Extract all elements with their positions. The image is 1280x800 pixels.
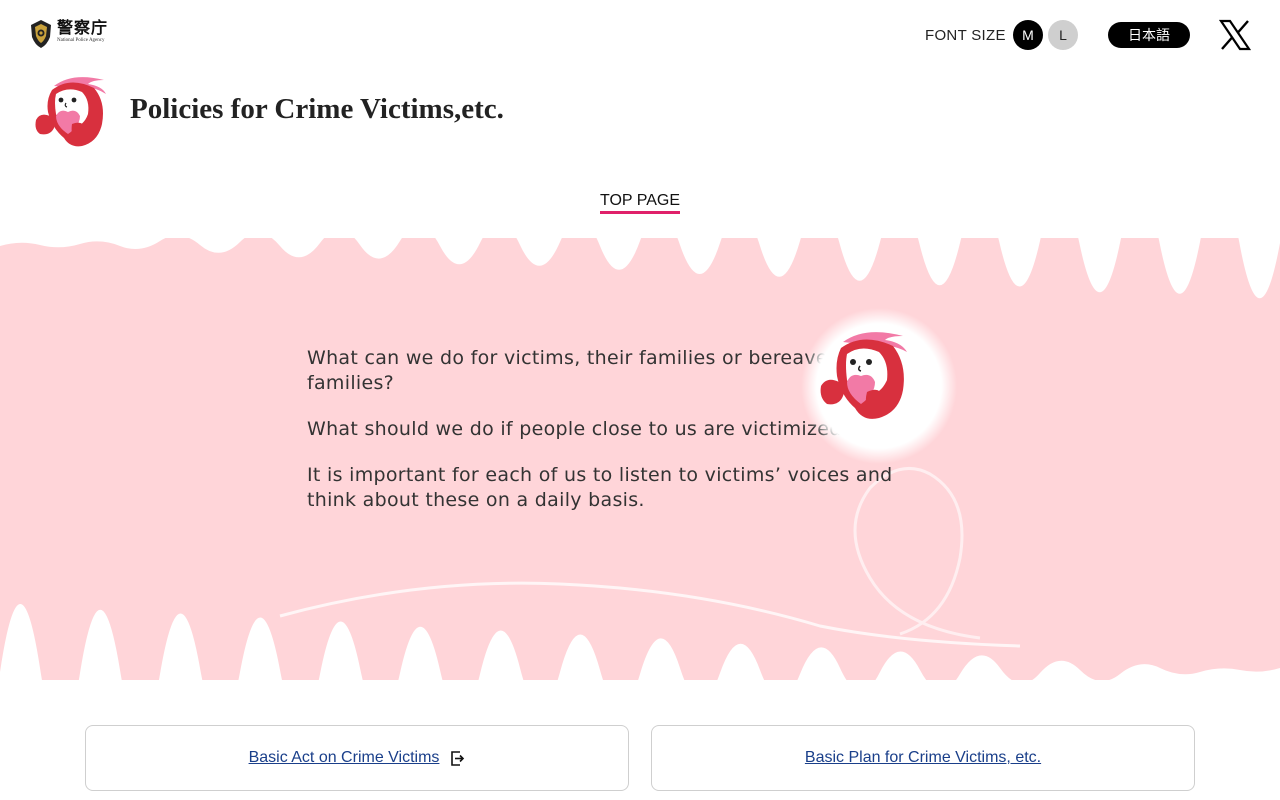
basic-plan-link[interactable]: Basic Plan for Crime Victims, etc. <box>805 749 1041 767</box>
hero-mascot-icon <box>801 308 957 464</box>
hero-banner: What can we do for victims, their famili… <box>0 238 1280 680</box>
external-link-icon <box>451 751 465 766</box>
npa-logo-jp: 警察庁 <box>57 18 109 37</box>
police-emblem-icon <box>31 20 51 48</box>
nav-top-page-link[interactable]: TOP PAGE <box>600 192 681 214</box>
header: 警察庁 National Police Agency FONT SIZE M L… <box>0 0 1280 70</box>
mascot-heart-icon[interactable] <box>32 72 108 148</box>
npa-logo-en: National Police Agency <box>57 38 105 43</box>
hero-paragraph: It is important for each of us to listen… <box>307 464 893 511</box>
basic-plan-card[interactable]: Basic Plan for Crime Victims, etc. <box>651 725 1195 791</box>
font-size-label: FONT SIZE <box>925 27 1006 44</box>
npa-logo[interactable]: 警察庁 National Police Agency <box>29 19 119 51</box>
font-size-l-button[interactable]: L <box>1048 20 1078 50</box>
basic-act-link[interactable]: Basic Act on Crime Victims <box>249 749 440 767</box>
site-title: Policies for Crime Victims,etc. <box>130 93 504 125</box>
basic-act-card[interactable]: Basic Act on Crime Victims <box>85 725 629 791</box>
x-logo-icon[interactable] <box>1219 19 1251 51</box>
language-button[interactable]: 日本語 <box>1108 22 1190 48</box>
font-size-m-button[interactable]: M <box>1013 20 1043 50</box>
npa-logo-text: 警察庁 National Police Agency <box>57 19 108 45</box>
